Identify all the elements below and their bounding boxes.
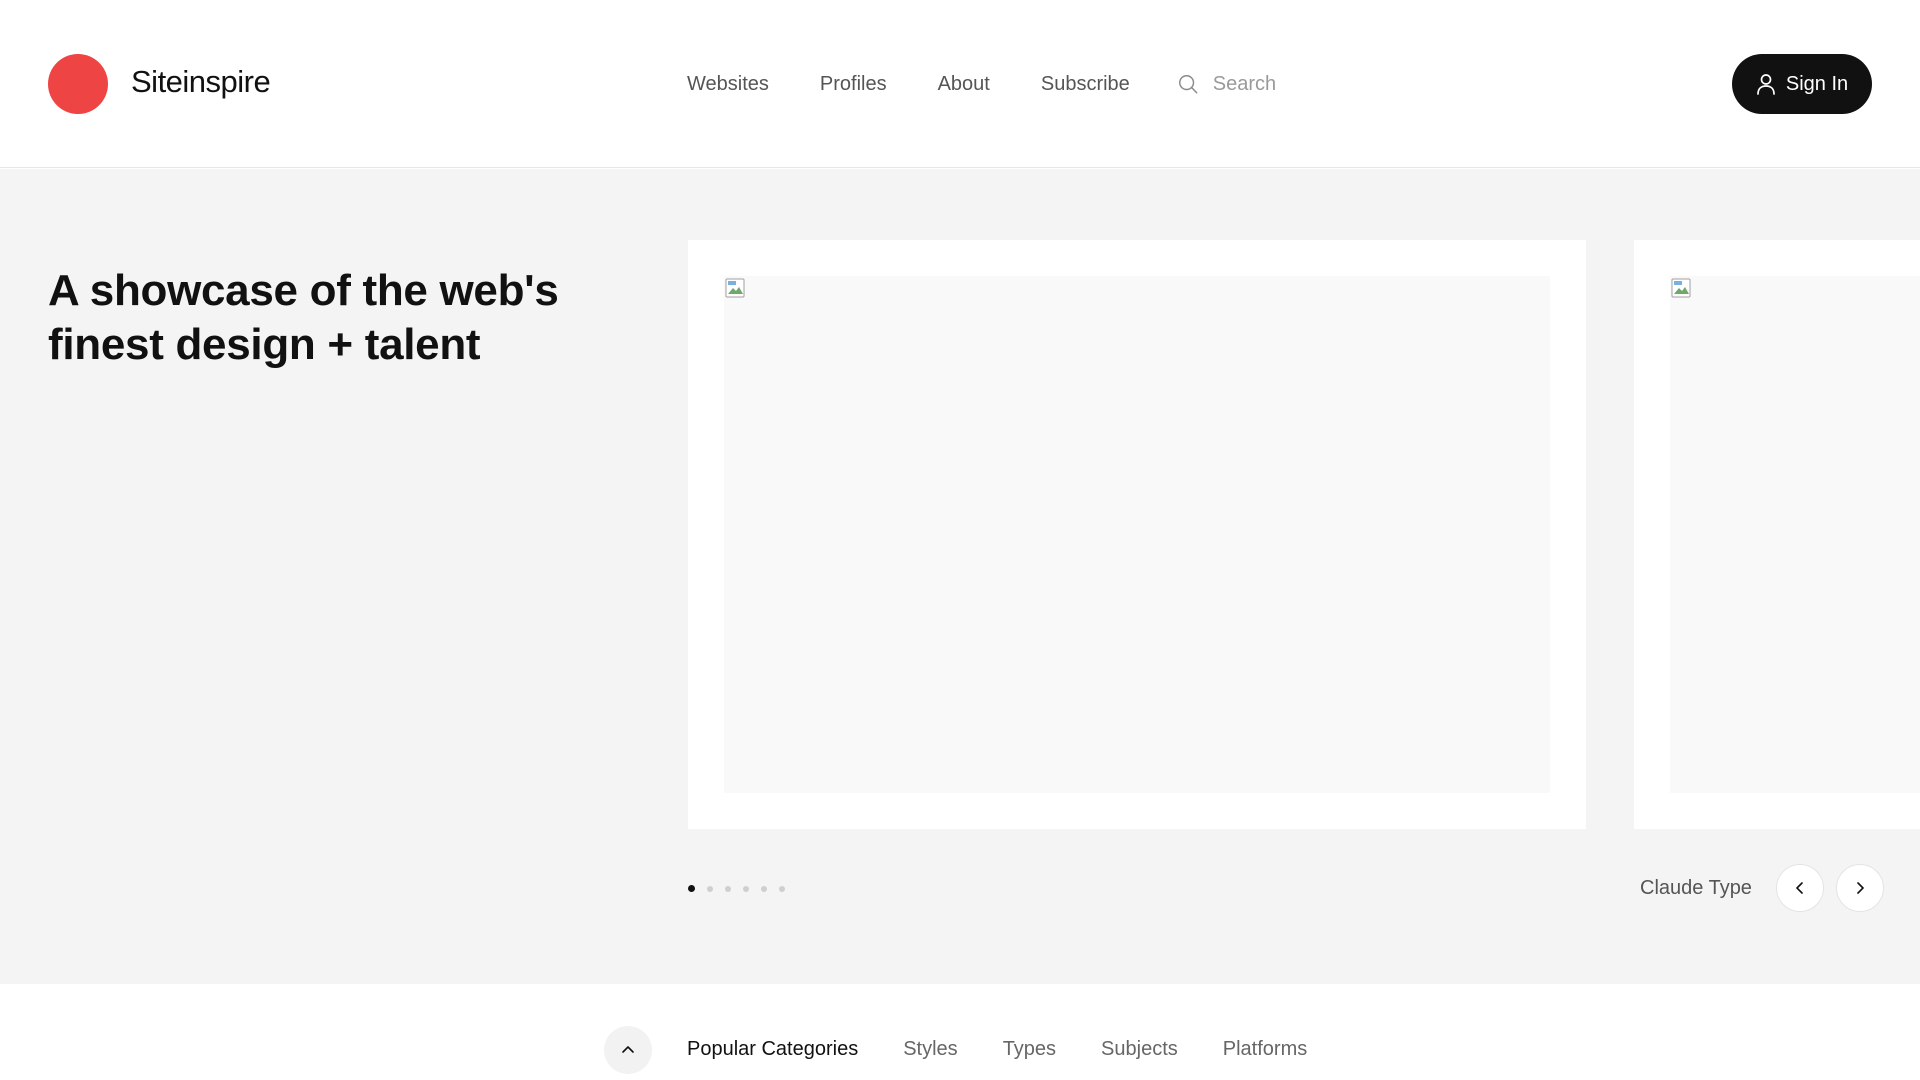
carousel-next-button[interactable] [1836,864,1884,912]
carousel-dot[interactable] [725,885,731,892]
tab-subjects[interactable]: Subjects [1101,1038,1178,1061]
hero-title: A showcase of the web's finest design + … [48,266,559,369]
chevron-right-icon [1857,882,1864,894]
carousel-dots [688,885,797,892]
broken-image-icon [725,278,745,298]
broken-image-icon [1671,278,1691,298]
search-box [1177,72,1373,96]
current-site-name[interactable]: Claude Type [1640,877,1752,900]
tab-popular-categories[interactable]: Popular Categories [687,1038,858,1061]
hero-section: A showcase of the web's finest design + … [0,169,1920,984]
tab-types[interactable]: Types [1003,1038,1056,1061]
nav-websites[interactable]: Websites [687,73,769,96]
nav-subscribe[interactable]: Subscribe [1041,73,1130,96]
category-tabs: Popular Categories Styles Types Subjects… [687,1038,1352,1061]
brand-name[interactable]: Siteinspire [131,64,271,100]
carousel-dot[interactable] [707,885,713,892]
chevron-up-icon [622,1046,634,1053]
carousel-dot[interactable] [779,885,785,892]
sign-in-button[interactable]: Sign In [1732,54,1872,114]
chevron-left-icon [1796,882,1803,894]
next-site-card[interactable] [1634,240,1920,829]
page: Siteinspire Websites Profiles About Subs… [0,0,1920,1080]
carousel-prev-button[interactable] [1776,864,1824,912]
user-icon [1757,74,1775,95]
sign-in-label: Sign In [1785,72,1849,95]
carousel-dot[interactable] [688,885,695,892]
search-input[interactable] [1212,72,1373,96]
search-icon[interactable] [1177,73,1199,95]
main-nav: Websites Profiles About Subscribe [687,0,1373,168]
carousel-dot[interactable] [761,885,767,892]
logo-mark[interactable] [48,54,108,114]
site-header: Siteinspire Websites Profiles About Subs… [0,0,1920,168]
carousel-dot[interactable] [743,885,749,892]
tab-platforms[interactable]: Platforms [1223,1038,1307,1061]
nav-about[interactable]: About [938,73,990,96]
nav-profiles[interactable]: Profiles [820,73,887,96]
featured-site-card[interactable] [688,240,1586,829]
category-bar: Popular Categories Styles Types Subjects… [0,984,1920,1080]
site-screenshot[interactable] [724,276,1550,793]
tab-styles[interactable]: Styles [903,1038,957,1061]
site-screenshot[interactable] [1670,276,1920,793]
collapse-categories-button[interactable] [604,1026,652,1074]
